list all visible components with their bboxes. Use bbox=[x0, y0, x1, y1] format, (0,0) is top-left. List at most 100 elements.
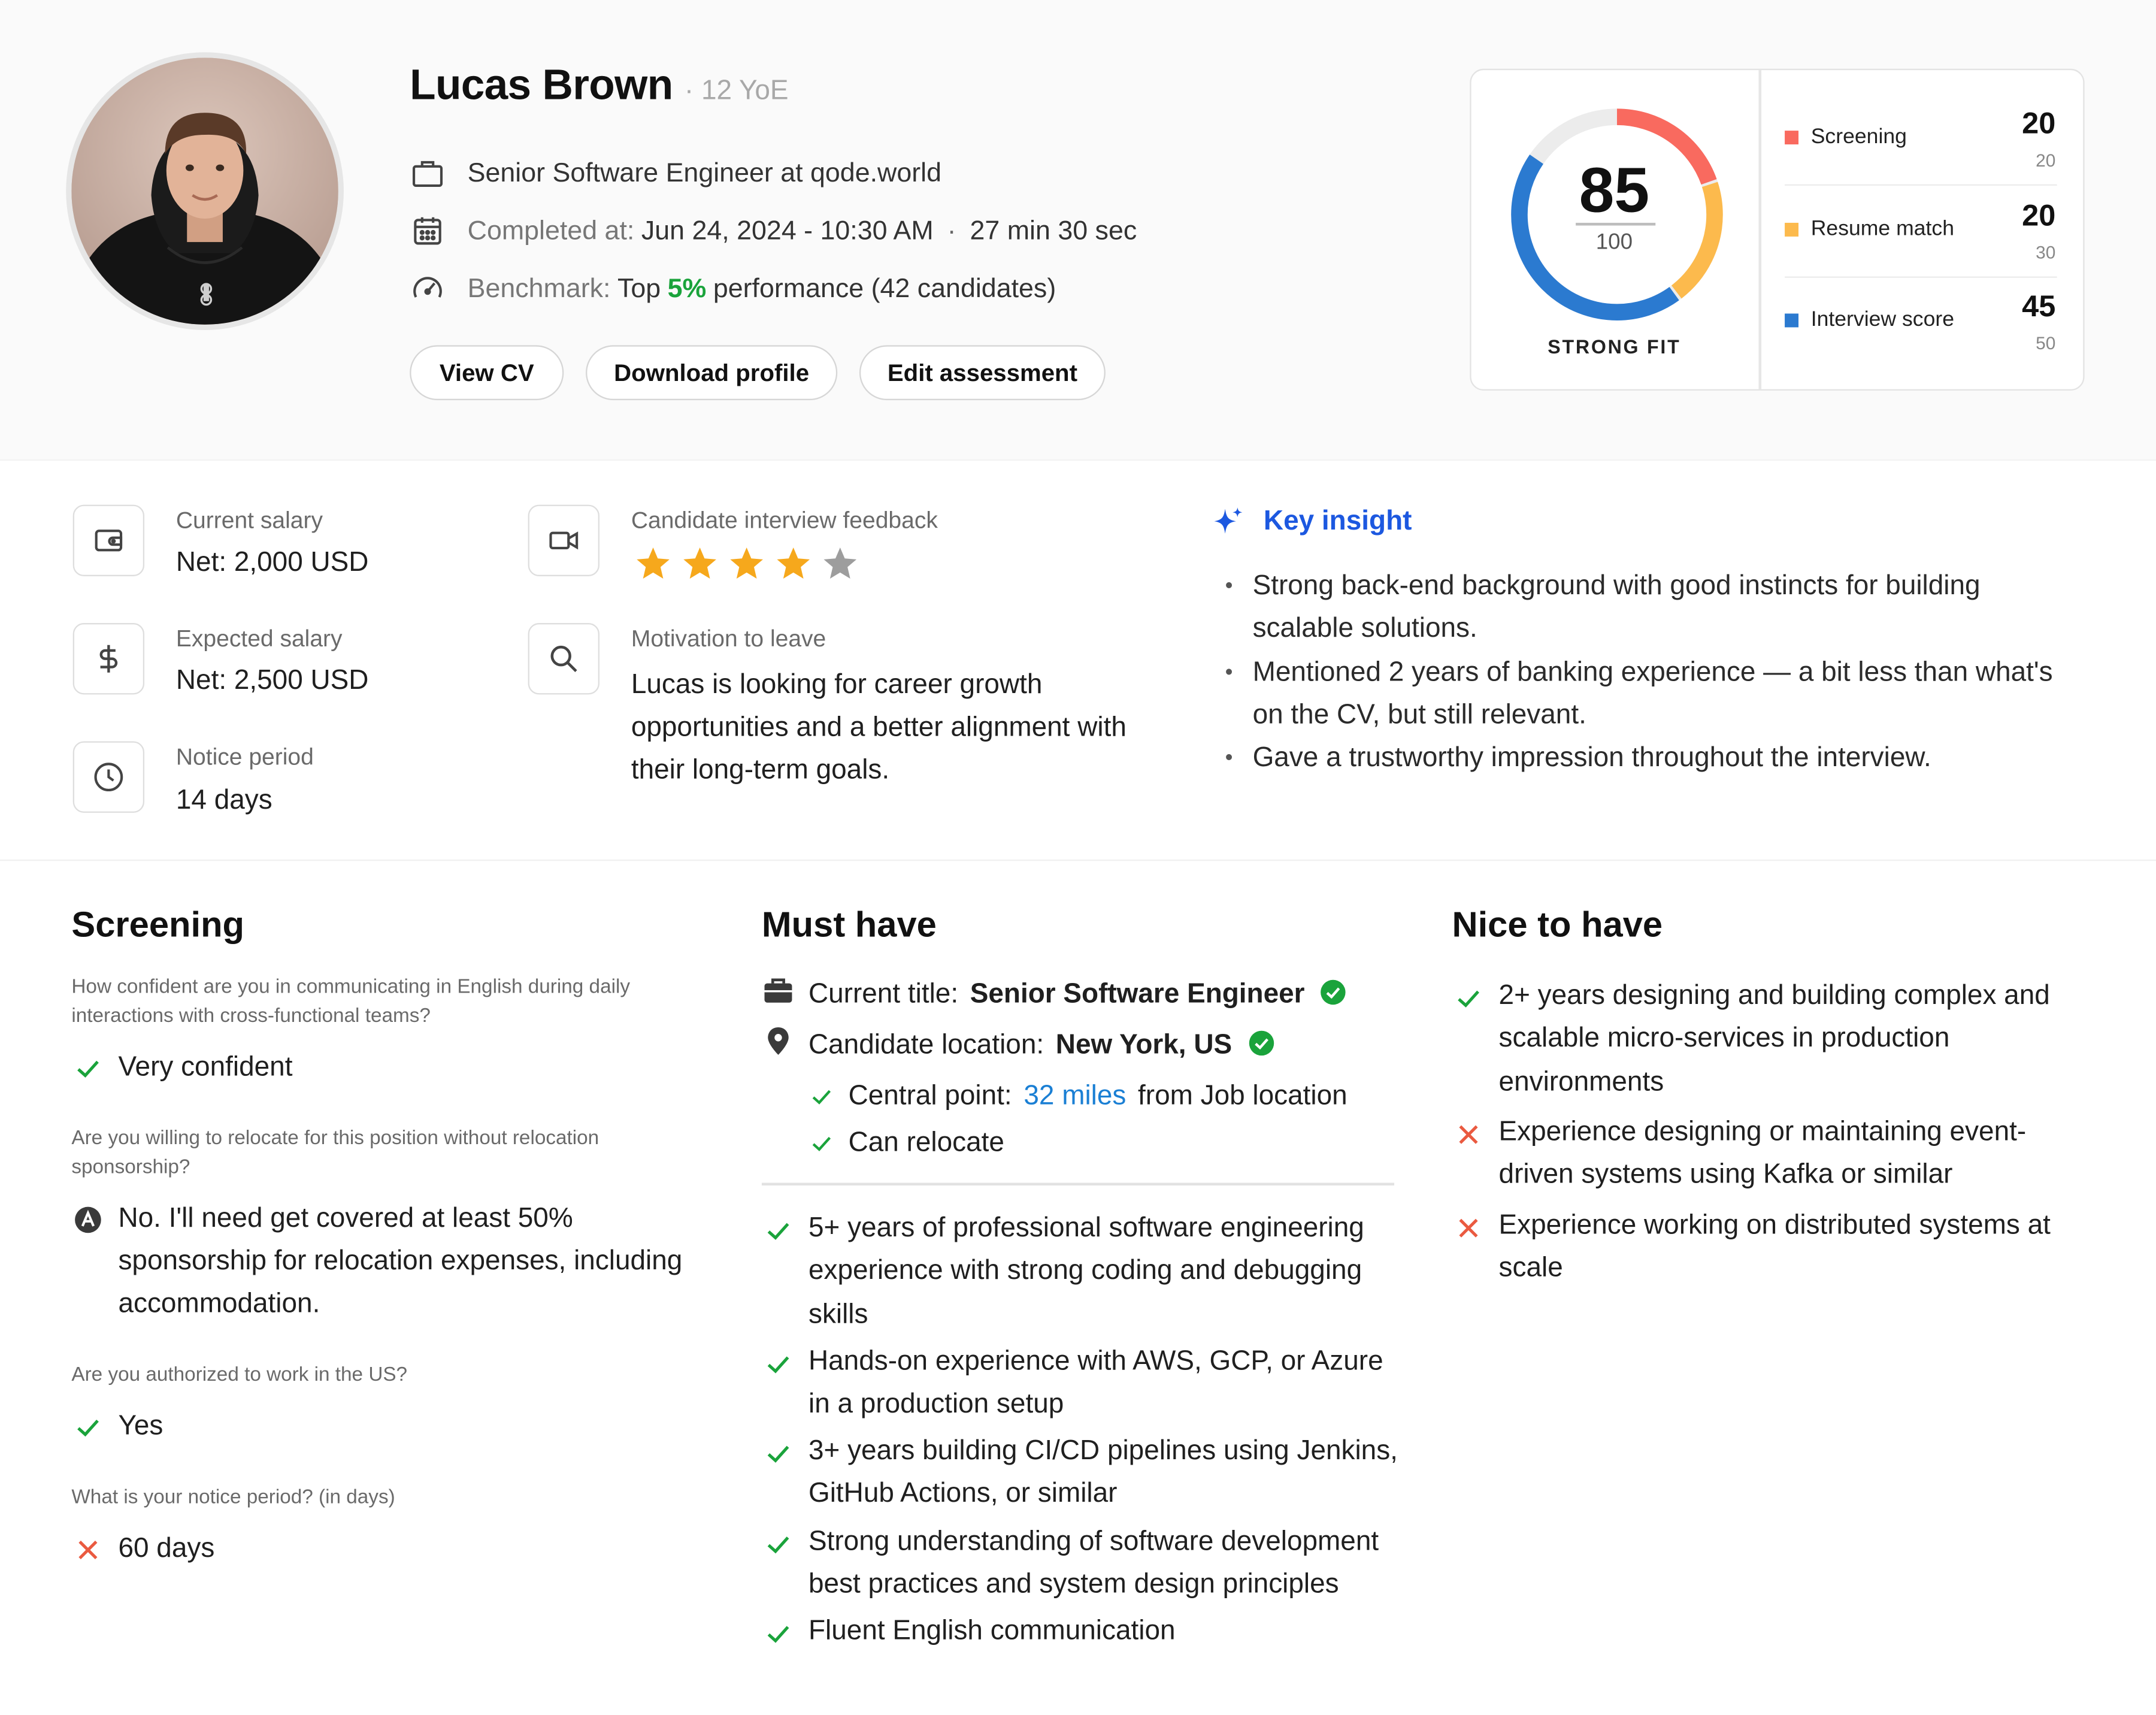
speedometer-icon bbox=[410, 271, 446, 307]
dollar-icon bbox=[92, 642, 125, 675]
check-icon bbox=[74, 1414, 102, 1441]
search-icon bbox=[547, 642, 580, 675]
briefcase-icon bbox=[763, 976, 794, 1004]
distance-link[interactable]: 32 miles bbox=[1024, 1081, 1126, 1112]
benchmark-label: Benchmark: bbox=[467, 273, 611, 304]
screening-title: Screening bbox=[71, 903, 245, 945]
video-camera-icon bbox=[547, 524, 580, 557]
location-label: Candidate location: bbox=[808, 1030, 1044, 1061]
avatar bbox=[66, 52, 344, 331]
screening-question: What is your notice period? (in days) bbox=[71, 1486, 395, 1509]
must-have-title: Must have bbox=[761, 903, 937, 945]
verified-check-icon bbox=[1248, 1030, 1274, 1057]
star-filled-icon bbox=[634, 545, 672, 583]
star-filled-icon bbox=[728, 545, 766, 583]
check-icon bbox=[74, 1055, 102, 1082]
legend-label: Resume match bbox=[1810, 217, 1955, 241]
candidate-header: Lucas Brown · 12 YoE bbox=[410, 61, 788, 110]
must-have-item: 3+ years building CI/CD pipelines using … bbox=[808, 1435, 1398, 1510]
calendar-icon bbox=[410, 213, 446, 249]
benchmark-row: Benchmark: Top 5% performance (42 candid… bbox=[410, 268, 1056, 310]
completed-row: Completed at: Jun 24, 2024 - 10:30 AM · … bbox=[410, 210, 1137, 252]
can-relocate: Can relocate bbox=[848, 1127, 1004, 1159]
screening-answer: 60 days bbox=[118, 1533, 215, 1564]
cross-icon bbox=[1455, 1214, 1482, 1242]
check-icon bbox=[810, 1132, 833, 1156]
view-cv-button[interactable]: View CV bbox=[410, 345, 564, 401]
legend-screening: Screening bbox=[1785, 125, 2057, 150]
wallet-icon-box bbox=[72, 504, 145, 576]
ai-answer-icon bbox=[74, 1206, 102, 1234]
location-pin-icon bbox=[766, 1026, 791, 1057]
check-icon bbox=[765, 1351, 792, 1378]
check-icon bbox=[1455, 985, 1482, 1012]
check-icon bbox=[810, 1085, 833, 1108]
screening-question: How confident are you in communicating i… bbox=[71, 976, 631, 1028]
benchmark-top: Top bbox=[617, 273, 661, 304]
briefcase-icon bbox=[410, 155, 446, 191]
score-max: 100 bbox=[1595, 231, 1633, 255]
resume-max: 30 bbox=[2036, 242, 2056, 263]
screening-answer: Very confident bbox=[118, 1052, 293, 1082]
nice-to-have-item: Experience working on distributed system… bbox=[1498, 1210, 2051, 1284]
key-insight-list: Strong back-end background with good ins… bbox=[1225, 565, 2078, 781]
legend-label: Screening bbox=[1810, 125, 1907, 149]
motivation-label: Motivation to leave bbox=[631, 625, 826, 652]
candidate-title: Senior Software Engineer at qode.world bbox=[467, 157, 942, 188]
must-have-item: Hands-on experience with AWS, GCP, or Az… bbox=[808, 1346, 1383, 1420]
notice-period-label: Notice period bbox=[175, 744, 314, 770]
must-have-item: Fluent English communication bbox=[808, 1616, 1176, 1647]
completed-label: Completed at: bbox=[467, 215, 635, 246]
check-icon bbox=[765, 1620, 792, 1648]
legend-separator bbox=[1785, 276, 2057, 278]
motivation-text: Lucas is looking for career growth oppor… bbox=[631, 670, 1127, 785]
screening-max: 20 bbox=[2036, 150, 2056, 171]
video-icon-box bbox=[528, 504, 600, 576]
current-title-value: Senior Software Engineer bbox=[970, 979, 1305, 1010]
star-filled-icon bbox=[680, 545, 719, 583]
nice-to-have-item: Experience designing or maintaining even… bbox=[1498, 1117, 2027, 1190]
search-icon-box bbox=[528, 623, 600, 695]
expected-salary-value: Net: 2,500 USD bbox=[175, 666, 369, 696]
central-point-row: Central point: 32 miles from Job locatio… bbox=[849, 1075, 1348, 1118]
screening-question: Are you authorized to work in the US? bbox=[71, 1364, 408, 1387]
clock-icon-box bbox=[72, 741, 145, 813]
current-title-row: Current title: Senior Software Engineer bbox=[808, 973, 1347, 1017]
cross-icon bbox=[1455, 1121, 1482, 1148]
feedback-label: Candidate interview feedback bbox=[631, 507, 938, 534]
current-title-label: Current title: bbox=[808, 979, 959, 1010]
years-of-experience: · 12 YoE bbox=[684, 75, 789, 106]
current-title-row: Senior Software Engineer at qode.world bbox=[410, 153, 941, 194]
location-row: Candidate location: New York, US bbox=[808, 1024, 1274, 1067]
star-filled-icon bbox=[774, 545, 813, 583]
dollar-icon-box bbox=[72, 623, 145, 695]
must-have-item: Strong understanding of software develop… bbox=[808, 1526, 1379, 1600]
screening-answer: No. I'll need get covered at least 50% s… bbox=[118, 1203, 683, 1319]
legend-label: Interview score bbox=[1810, 308, 1955, 332]
fit-verdict: STRONG FIT bbox=[1548, 335, 1681, 358]
screening-swatch bbox=[1785, 131, 1799, 145]
completed-value: Jun 24, 2024 - 10:30 AM bbox=[641, 215, 934, 246]
star-empty-icon bbox=[821, 545, 859, 583]
interview-swatch bbox=[1785, 313, 1799, 328]
nice-to-have-item: 2+ years designing and building complex … bbox=[1498, 980, 2050, 1097]
check-icon bbox=[765, 1531, 792, 1558]
notice-period-value: 14 days bbox=[175, 785, 272, 816]
interview-max: 50 bbox=[2036, 332, 2056, 354]
resume-value: 20 bbox=[2022, 198, 2056, 233]
insight-item: Mentioned 2 years of banking experience … bbox=[1225, 651, 2078, 737]
current-salary-label: Current salary bbox=[175, 507, 323, 534]
screening-value: 20 bbox=[2022, 105, 2056, 141]
check-icon bbox=[765, 1440, 792, 1468]
central-point-label: Central point: bbox=[848, 1081, 1012, 1112]
expected-salary-label: Expected salary bbox=[175, 625, 343, 652]
clock-icon bbox=[92, 761, 125, 794]
insight-item: Strong back-end background with good ins… bbox=[1225, 565, 2078, 652]
resume-swatch bbox=[1785, 222, 1799, 237]
interview-value: 45 bbox=[2022, 289, 2056, 323]
edit-assessment-button[interactable]: Edit assessment bbox=[859, 345, 1106, 401]
legend-interview-score: Interview score bbox=[1785, 308, 2057, 332]
check-icon bbox=[765, 1217, 792, 1245]
download-profile-button[interactable]: Download profile bbox=[586, 345, 838, 401]
card-divider bbox=[1758, 70, 1761, 389]
